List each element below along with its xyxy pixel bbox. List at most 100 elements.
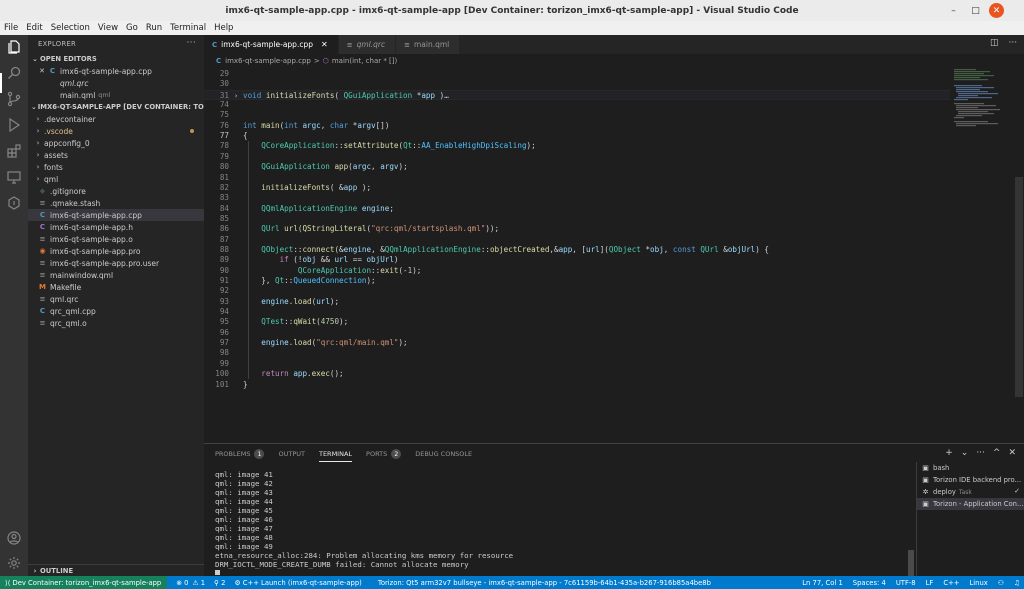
close-icon[interactable]: ✕: [38, 67, 46, 75]
file-item[interactable]: Cqrc_qml.cpp: [28, 305, 204, 317]
torizon-icon[interactable]: [6, 195, 22, 211]
split-editor-icon[interactable]: ◫: [990, 38, 999, 48]
menu-file[interactable]: File: [4, 23, 18, 33]
file-item[interactable]: ◉ imx6-qt-sample-app.pro: [28, 245, 204, 257]
code-line[interactable]: 76 int main(int argc, char *argv[]): [204, 121, 950, 131]
menu-run[interactable]: Run: [146, 23, 162, 33]
menu-help[interactable]: Help: [214, 23, 233, 33]
language-mode[interactable]: C++: [943, 579, 959, 587]
file-item[interactable]: ≡ qrc_qml.o: [28, 317, 204, 329]
editor-tab[interactable]: ≡ qml.qrc: [338, 35, 397, 54]
file-item[interactable]: ≡ qml.qrc: [28, 293, 204, 305]
folder-item[interactable]: › .devcontainer: [28, 113, 204, 125]
minimap[interactable]: [950, 67, 1014, 442]
scrollbar-thumb[interactable]: [1015, 177, 1023, 397]
editor-tab[interactable]: ≡ main.qml: [396, 35, 461, 54]
panel-tab-debug-console[interactable]: DEBUG CONSOLE: [415, 444, 472, 464]
code-line[interactable]: 78 QCoreApplication::setAttribute(Qt::AA…: [204, 141, 950, 151]
code-line[interactable]: 29: [204, 69, 950, 79]
more-actions-icon[interactable]: ···: [1009, 38, 1018, 48]
code-line[interactable]: 92: [204, 286, 950, 296]
breadcrumb-symbol[interactable]: main(int, char * []): [332, 57, 397, 65]
code-line[interactable]: 82 initializeFonts( &app );: [204, 183, 950, 193]
panel-tab-output[interactable]: OUTPUT: [278, 444, 305, 464]
code-line[interactable]: 87: [204, 235, 950, 245]
editor-scrollbar[interactable]: [1014, 67, 1024, 442]
terminal-scrollbar[interactable]: [908, 550, 914, 576]
menu-view[interactable]: View: [98, 23, 118, 33]
terminal-instance[interactable]: ▣ bash: [917, 462, 1024, 474]
file-item[interactable]: M Makefile: [28, 281, 204, 293]
code-line[interactable]: 99: [204, 359, 950, 369]
breadcrumb-file[interactable]: imx6-qt-sample-app.cpp: [225, 57, 311, 65]
menu-go[interactable]: Go: [126, 23, 138, 33]
file-item[interactable]: Cimx6-qt-sample-app.h: [28, 221, 204, 233]
terminal-prompt[interactable]: [215, 569, 905, 575]
project-section[interactable]: ⌄ IMX6-QT-SAMPLE-APP [DEV CONTAINER: TOR…: [28, 101, 204, 113]
folder-item[interactable]: › appconfig_0: [28, 137, 204, 149]
close-icon[interactable]: ✕: [321, 40, 328, 49]
code-line[interactable]: 101}: [204, 380, 950, 390]
folder-item[interactable]: › fonts: [28, 161, 204, 173]
panel-tab-terminal[interactable]: TERMINAL: [318, 444, 353, 464]
source-control-icon[interactable]: [6, 91, 22, 107]
warnings-indicator[interactable]: ⚠ 1: [192, 579, 205, 587]
terminal-instance[interactable]: ✲ deploy Task ✓: [917, 486, 1024, 498]
code-line[interactable]: 86 QUrl url(QStringLiteral("qrc:qml/star…: [204, 224, 950, 234]
file-item[interactable]: ◆ .gitignore: [28, 185, 204, 197]
code-line[interactable]: 31 › void initializeFonts( QGuiApplication…: [204, 89, 950, 101]
code-line[interactable]: 83: [204, 193, 950, 203]
folder-item[interactable]: › assets: [28, 149, 204, 161]
code-line[interactable]: 89 if (!obj && url == objUrl): [204, 255, 950, 265]
file-item[interactable]: ≡ imx6-qt-sample-app.o: [28, 233, 204, 245]
maximize-button[interactable]: □: [968, 3, 983, 18]
menu-selection[interactable]: Selection: [51, 23, 90, 33]
code-line[interactable]: 91 }, Qt::QueuedConnection);: [204, 276, 950, 286]
terminal-instance[interactable]: ▣ Torizon - Application Con...: [917, 498, 1024, 510]
terminal-output[interactable]: qml: image 41 qml: image 42 qml: image 43 q…: [215, 470, 905, 575]
code-line[interactable]: 88 QObject::connect(&engine, &QQmlApplic…: [204, 245, 950, 255]
close-panel-icon[interactable]: ✕: [1008, 448, 1016, 458]
outline-section[interactable]: › OUTLINE: [28, 564, 204, 576]
feedback-icon[interactable]: ⚇: [998, 579, 1004, 587]
file-item[interactable]: ≡ imx6-qt-sample-app.pro.user: [28, 257, 204, 269]
maximize-panel-icon[interactable]: ^: [993, 448, 1001, 458]
close-window-button[interactable]: ✕: [989, 3, 1004, 18]
menu-terminal[interactable]: Terminal: [170, 23, 206, 33]
panel-tab-problems[interactable]: PROBLEMS 1: [215, 444, 265, 464]
extensions-icon[interactable]: [6, 143, 22, 159]
more-actions-icon[interactable]: ···: [976, 448, 985, 458]
end-of-line[interactable]: LF: [926, 579, 934, 587]
ports-indicator[interactable]: ⚲ 2: [214, 579, 225, 587]
code-line[interactable]: 74: [204, 100, 950, 110]
code-line[interactable]: 93 engine.load(url);: [204, 297, 950, 307]
code-line[interactable]: 100 return app.exec();: [204, 369, 950, 379]
code-line[interactable]: 85: [204, 214, 950, 224]
code-line[interactable]: 94: [204, 307, 950, 317]
open-editor-item[interactable]: qml.qrc: [28, 77, 204, 89]
code-line[interactable]: 90 QCoreApplication::exit(-1);: [204, 266, 950, 276]
remote-explorer-icon[interactable]: [6, 169, 22, 185]
explorer-more-button[interactable]: ···: [187, 38, 196, 48]
code-line[interactable]: 84 QQmlApplicationEngine engine;: [204, 204, 950, 214]
chevron-down-icon[interactable]: ⌄: [961, 448, 969, 458]
torizon-status[interactable]: Torizon: Qt5 arm32v7 bullseye - imx6-qt-…: [378, 579, 711, 587]
file-item[interactable]: ≡ .qmake.stash: [28, 197, 204, 209]
code-line[interactable]: 97 engine.load("qrc:qml/main.qml");: [204, 338, 950, 348]
code-line[interactable]: 79: [204, 152, 950, 162]
files-icon[interactable]: [6, 39, 22, 55]
notifications-icon[interactable]: ♫: [1014, 579, 1020, 587]
code-line[interactable]: 77 {: [204, 131, 950, 141]
code-line[interactable]: 80 QGuiApplication app(argc, argv);: [204, 162, 950, 172]
folder-item[interactable]: › .vscode: [28, 125, 204, 137]
encoding[interactable]: UTF-8: [896, 579, 916, 587]
file-item[interactable]: Cimx6-qt-sample-app.cpp: [28, 209, 204, 221]
new-terminal-icon[interactable]: +: [945, 448, 953, 458]
panel-tab-ports[interactable]: PORTS 2: [366, 444, 402, 464]
run-debug-icon[interactable]: [6, 117, 22, 133]
open-editor-item[interactable]: ✕ Cimx6-qt-sample-app.cpp: [28, 65, 204, 77]
os-indicator[interactable]: Linux: [969, 579, 987, 587]
menu-edit[interactable]: Edit: [26, 23, 42, 33]
code-editor[interactable]: 29 30 31 › void initializeFonts( QGuiApplica…: [204, 67, 950, 442]
folder-item[interactable]: › qml: [28, 173, 204, 185]
